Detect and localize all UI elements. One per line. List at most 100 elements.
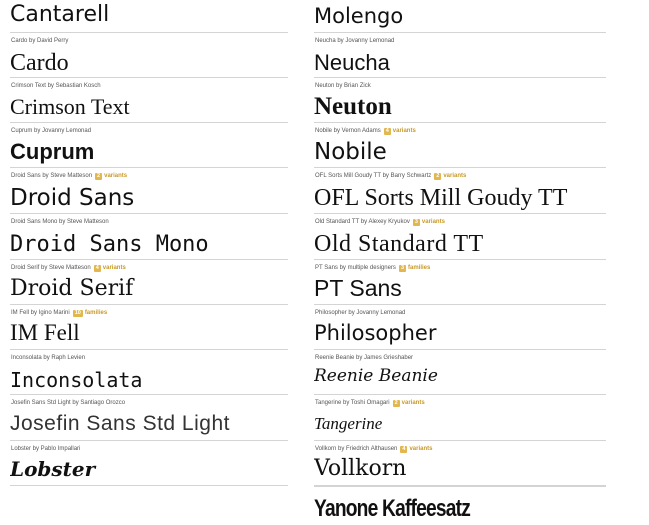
family-count-badge[interactable]: 10 [72,310,83,317]
font-meta: Droid Sans by Steve Matteson 2 variants [11,172,127,180]
font-entry-philosopher[interactable]: Philosopher by Jovanny Lemonad Philosoph… [314,305,606,350]
font-entry-vollkorn[interactable]: Vollkorn by Friedrich Althausen 4 variants… [314,441,606,486]
font-credit: Droid Sans by Steve Matteson [11,173,93,179]
font-credit: Vollkorn by Friedrich Althausen [315,446,398,452]
font-entry-cuprum[interactable]: Cuprum by Jovanny Lemonad Cuprum [10,123,288,168]
font-meta: Inconsolata by Raph Levien [11,354,85,362]
font-sample: PT Sans [314,275,402,301]
variant-count-badge[interactable]: 4 [400,446,408,453]
font-entry-yanone-kaffeesatz[interactable]: Yanone Kaffeesatz [314,486,606,525]
font-meta: Droid Serif by Steve Matteson 4 variants [11,264,126,272]
font-meta: Crimson Text by Sebastian Kosch [11,82,101,90]
font-entry-inconsolata[interactable]: Inconsolata by Raph Levien Inconsolata [10,350,288,395]
font-sample: Neuton [314,93,392,120]
font-meta: IM Fell by Igino Marini 10 families [11,309,107,317]
font-meta: Philosopher by Jovanny Lemonad [315,309,405,317]
font-entry-droid-sans-mono[interactable]: Droid Sans Mono by Steve Matteson Droid … [10,214,288,260]
font-entry-droid-sans[interactable]: Droid Sans by Steve Matteson 2 variants Dr… [10,168,288,214]
variants-link[interactable]: variants [104,173,127,179]
font-meta: OFL Sorts Mill Goudy TT by Barry Schwart… [315,172,466,180]
variants-link[interactable]: variants [402,400,425,406]
font-entry-lobster[interactable]: Lobster by Pablo Impallari Lobster [10,441,288,486]
font-sample: Lobster [10,457,96,481]
font-credit: Crimson Text by Sebastian Kosch [11,83,101,89]
font-credit: Lobster by Pablo Impallari [11,446,81,452]
variants-link[interactable]: variants [103,265,126,271]
font-entry-cardo[interactable]: Cardo by David Perry Cardo [10,33,288,78]
font-sample: Reenie Beanie [314,366,438,386]
font-sample: Philosopher [314,321,437,345]
font-entry-reenie-beanie[interactable]: Reenie Beanie by James Grieshaber Reenie… [314,350,606,395]
font-sample: Nobile [314,139,387,165]
font-meta: Neucha by Jovanny Lemonad [315,37,394,45]
font-entry-crimson-text[interactable]: Crimson Text by Sebastian Kosch Crimson … [10,78,288,123]
font-list-right-column: Molengo Neucha by Jovanny Lemonad Neucha… [314,0,606,525]
variants-link[interactable]: variants [393,128,416,134]
font-credit: Nobile by Vernon Adams [315,128,381,134]
font-sample: Inconsolata [10,368,143,392]
font-entry-ofl-sorts-mill-goudy-tt[interactable]: OFL Sorts Mill Goudy TT by Barry Schwart… [314,168,606,214]
font-meta: Reenie Beanie by James Grieshaber [315,354,413,362]
font-sample: OFL Sorts Mill Goudy TT [314,185,568,211]
font-credit: Philosopher by Jovanny Lemonad [315,310,406,316]
font-credit: Inconsolata by Raph Levien [11,355,86,361]
font-sample: Cantarell [10,2,110,27]
variants-link[interactable]: variants [409,446,432,452]
font-credit: Cuprum by Jovanny Lemonad [11,128,92,134]
font-entry-pt-sans[interactable]: PT Sans by multiple designers 3 families P… [314,260,606,305]
families-link[interactable]: families [85,310,107,316]
font-entry-droid-serif[interactable]: Droid Serif by Steve Matteson 4 variants D… [10,260,288,305]
families-link[interactable]: families [408,265,430,271]
font-sample: Cardo [10,50,69,76]
font-entry-im-fell[interactable]: IM Fell by Igino Marini 10 families IM Fel… [10,305,288,350]
font-sample: Molengo [314,4,404,28]
font-meta: Tangerine by Toshi Omagari 2 variants [315,399,425,407]
font-entry-neucha[interactable]: Neucha by Jovanny Lemonad Neucha [314,33,606,78]
font-sample: IM Fell [10,320,80,345]
variant-count-badge[interactable]: 2 [434,173,442,180]
font-meta: Josefin Sans Std Light by Santiago Orozc… [11,399,125,407]
font-sample: Tangerine [314,414,383,433]
font-meta: Cuprum by Jovanny Lemonad [11,127,91,135]
font-credit: Cardo by David Perry [11,38,69,44]
font-sample: Josefin Sans Std Light [10,412,230,435]
font-entry-josefin-sans-std-light[interactable]: Josefin Sans Std Light by Santiago Orozc… [10,395,288,441]
font-entry-molengo[interactable]: Molengo [314,0,606,33]
font-entry-cantarell[interactable]: Cantarell [10,0,288,33]
font-sample: Droid Sans [10,185,135,211]
variant-count-badge[interactable]: 4 [93,265,101,272]
font-credit: Reenie Beanie by James Grieshaber [315,355,414,361]
font-meta: Cardo by David Perry [11,37,68,45]
font-entry-neuton[interactable]: Neuton by Brian Zick Neuton [314,78,606,123]
font-sample: Crimson Text [10,94,130,119]
font-credit: Josefin Sans Std Light by Santiago Orozc… [11,400,126,406]
font-credit: Droid Serif by Steve Matteson [11,265,91,271]
variant-count-badge[interactable]: 4 [383,128,391,135]
font-meta: Old Standard TT by Alexey Kryukov 3 varian… [315,218,445,226]
font-sample: Old Standard TT [314,231,484,257]
font-meta: Nobile by Vernon Adams 4 variants [315,127,416,135]
variants-link[interactable]: variants [443,173,466,179]
family-count-badge[interactable]: 3 [398,265,406,272]
font-credit: Droid Sans Mono by Steve Matteson [11,219,109,225]
font-credit: Old Standard TT by Alexey Kryukov [315,219,410,225]
font-meta: PT Sans by multiple designers 3 families [315,264,430,272]
variant-count-badge[interactable]: 2 [392,400,400,407]
font-credit: OFL Sorts Mill Goudy TT by Barry Schwart… [315,173,432,179]
font-meta: Droid Sans Mono by Steve Matteson [11,218,109,226]
variants-link[interactable]: variants [422,219,445,225]
font-meta: Lobster by Pablo Impallari [11,445,80,453]
font-credit: IM Fell by Igino Marini [11,310,70,316]
font-sample: Neucha [314,50,390,75]
font-credit: Neucha by Jovanny Lemonad [315,38,395,44]
variant-count-badge[interactable]: 2 [95,173,103,180]
font-entry-nobile[interactable]: Nobile by Vernon Adams 4 variants Nobile [314,123,606,168]
font-meta: Neuton by Brian Zick [315,82,371,90]
font-sample: Yanone Kaffeesatz [314,495,471,522]
variant-count-badge[interactable]: 3 [412,219,420,226]
font-meta: Vollkorn by Friedrich Althausen 4 variants [315,445,432,453]
font-sample: Droid Sans Mono [10,232,209,257]
font-entry-tangerine[interactable]: Tangerine by Toshi Omagari 2 variants Tang… [314,395,606,441]
font-entry-old-standard-tt[interactable]: Old Standard TT by Alexey Kryukov 3 varian… [314,214,606,260]
font-sample: Vollkorn [314,456,407,481]
